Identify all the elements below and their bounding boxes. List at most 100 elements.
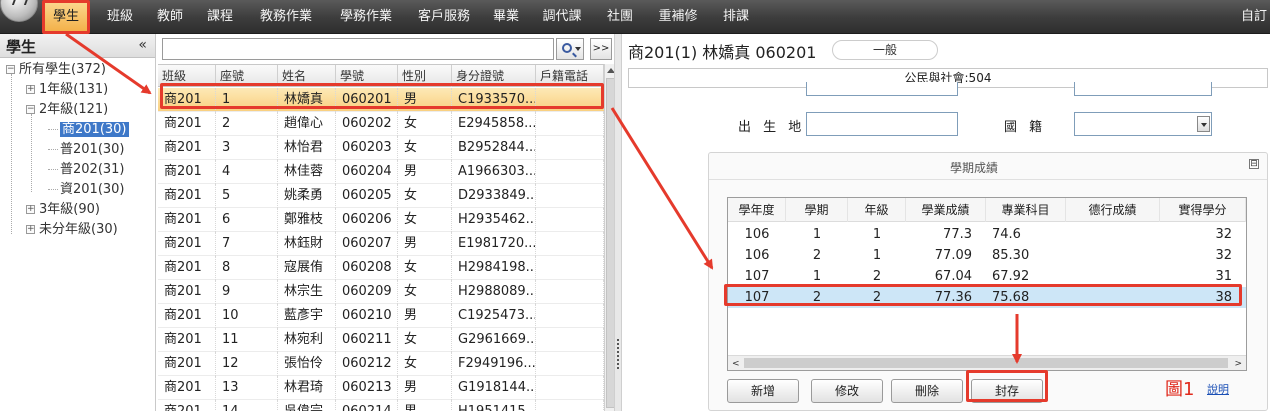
column-header-school-year[interactable]: 學年度	[728, 198, 786, 222]
collapse-panel-button[interactable]: «	[138, 37, 147, 53]
table-row[interactable]: 商201 11 林宛利 060211 女 G2961669...	[158, 328, 604, 352]
tree-node-all-students[interactable]: − 所有學生(372)	[6, 60, 106, 80]
expand-icon[interactable]: +	[26, 225, 35, 234]
panel-splitter[interactable]	[614, 34, 622, 411]
cell-national-id: H1951415...	[452, 400, 536, 411]
birthplace-field[interactable]	[806, 112, 958, 136]
expand-icon[interactable]: +	[26, 205, 35, 214]
table-row[interactable]: 商201 5 姚柔勇 060205 女 D2933849...	[158, 184, 604, 208]
column-header-conduct-score[interactable]: 德行成績	[1066, 198, 1160, 222]
table-row[interactable]: 商201 10 藍彥宇 060210 男 C1925473...	[158, 304, 604, 328]
table-row[interactable]: 106 1 1 77.3 74.6 32	[728, 224, 1246, 245]
app-logo-icon[interactable]	[0, 0, 38, 22]
cell-credits: 32	[1215, 248, 1232, 263]
collapse-icon[interactable]: −	[26, 105, 35, 114]
cell-name: 林宛利	[278, 328, 336, 352]
cell-student-id: 060202	[336, 112, 398, 136]
cell-credits: 32	[1215, 227, 1232, 242]
menu-item-remedial[interactable]: 重補修	[650, 0, 706, 34]
cell-seat: 5	[216, 184, 278, 208]
cell-gender: 男	[398, 160, 452, 184]
search-input[interactable]	[162, 38, 554, 60]
menu-item-clubs[interactable]: 社團	[598, 0, 642, 34]
cell-national-id: H2988089...	[452, 280, 536, 304]
table-row[interactable]: 商201 3 林怡君 060203 女 B2952844...	[158, 136, 604, 160]
upper-field-2[interactable]	[1074, 82, 1212, 96]
table-row[interactable]: 106 2 1 77.09 85.30 32	[728, 245, 1246, 266]
menu-item-graduation[interactable]: 畢業	[484, 0, 528, 34]
tree-node-grade-3[interactable]: +3年級(90)	[26, 200, 100, 220]
menu-item-scheduling[interactable]: 排課	[714, 0, 758, 34]
nationality-select[interactable]	[1074, 112, 1212, 136]
collapse-icon[interactable]: −	[6, 65, 15, 74]
tree-node-class-gen201[interactable]: 普201(30)	[48, 140, 125, 160]
tree-node-class-info201[interactable]: 資201(30)	[48, 180, 125, 200]
cell-student-id: 060203	[336, 136, 398, 160]
cell-seat: 14	[216, 400, 278, 411]
cell-student-id: 060204	[336, 160, 398, 184]
search-button[interactable]	[556, 38, 584, 60]
tree-node-class-com201[interactable]: 商201(30)	[48, 120, 129, 140]
column-header-professional-score[interactable]: 專業科目	[986, 198, 1066, 222]
table-row[interactable]: 商201 2 趙偉心 060202 女 E2945858...	[158, 112, 604, 136]
upper-field-1[interactable]	[806, 82, 958, 96]
tree-node-class-gen202[interactable]: 普202(31)	[48, 160, 125, 180]
edit-button[interactable]: 修改	[811, 379, 883, 403]
student-detail-panel: 商201(1) 林嬌真 060201 一般 公民與社會:504 出 生 地 國 …	[622, 34, 1270, 411]
menu-item-teachers[interactable]: 教師	[148, 0, 192, 34]
next-button[interactable]: >>	[590, 38, 612, 60]
delete-button[interactable]: 刪除	[891, 379, 963, 403]
scroll-right-icon[interactable]: >	[1234, 359, 1242, 369]
table-row[interactable]: 商201 7 林鈺財 060207 男 E1981720...	[158, 232, 604, 256]
column-header-credits[interactable]: 實得學分	[1160, 198, 1246, 222]
cell-gender: 女	[398, 328, 452, 352]
cell-gender: 女	[398, 184, 452, 208]
menu-item-student-affairs[interactable]: 學務作業	[330, 0, 402, 34]
menu-item-custom[interactable]: 自訂	[1238, 0, 1270, 34]
menu-item-classes[interactable]: 班級	[98, 0, 142, 34]
cell-class: 商201	[158, 304, 216, 328]
add-button[interactable]: 新增	[727, 379, 799, 403]
cell-gender: 女	[398, 280, 452, 304]
cell-national-id: H2935462...	[452, 208, 536, 232]
menu-item-academic-affairs[interactable]: 教務作業	[250, 0, 322, 34]
cell-seat: 6	[216, 208, 278, 232]
cell-class: 商201	[158, 160, 216, 184]
dropdown-arrow-icon[interactable]	[1197, 116, 1210, 132]
tree-node-ungraded[interactable]: + 未分年級(30)	[26, 220, 118, 240]
cell-class: 商201	[158, 328, 216, 352]
dropdown-arrow-icon	[575, 47, 581, 51]
table-row[interactable]: 商20114吳偉宗060214男H1951415...	[158, 400, 604, 411]
table-row[interactable]: 商201 12 張怡伶 060212 女 F2949196...	[158, 352, 604, 376]
cell-name: 張怡伶	[278, 352, 336, 376]
cell-gender: 女	[398, 208, 452, 232]
cell-student-id: 060205	[336, 184, 398, 208]
table-row[interactable]: 商201 8 寇展侑 060208 女 H2984198...	[158, 256, 604, 280]
cell-seat: 10	[216, 304, 278, 328]
column-header-grade[interactable]: 年級	[848, 198, 906, 222]
collapse-section-icon[interactable]: ⊟	[1249, 159, 1259, 169]
scroll-left-icon[interactable]: <	[732, 359, 740, 369]
column-header-academic-score[interactable]: 學業成績	[906, 198, 986, 222]
table-row[interactable]: 商201 13 林君琦 060213 男 G1918144...	[158, 376, 604, 400]
tree-node-grade-1[interactable]: +1年級(131)	[26, 80, 108, 100]
menu-item-customer-service[interactable]: 客戶服務	[408, 0, 480, 34]
column-header-semester[interactable]: 學期	[786, 198, 848, 222]
cell-class: 商201	[158, 136, 216, 160]
cell-phone	[536, 304, 604, 328]
table-row[interactable]: 商201 6 鄭雅枝 060206 女 H2935462...	[158, 208, 604, 232]
cell-professional-score: 85.30	[992, 248, 1030, 263]
menu-item-courses[interactable]: 課程	[198, 0, 242, 34]
expand-icon[interactable]: +	[26, 85, 35, 94]
grip-icon	[617, 339, 620, 369]
help-link[interactable]: 說明	[1207, 381, 1229, 397]
scrollbar-thumb[interactable]	[744, 358, 1228, 368]
cell-phone	[536, 184, 604, 208]
menu-item-students[interactable]: 學生	[42, 0, 90, 34]
menu-item-substitute-class[interactable]: 調代課	[534, 0, 590, 34]
table-row[interactable]: 商201 9 林宗生 060209 女 H2988089...	[158, 280, 604, 304]
tree-node-grade-2[interactable]: −2年級(121)	[26, 100, 108, 120]
cell-national-id: A1966303...	[452, 160, 536, 184]
table-row[interactable]: 商201 4 林佳蓉 060204 男 A1966303...	[158, 160, 604, 184]
horizontal-scrollbar[interactable]: < >	[728, 355, 1246, 370]
